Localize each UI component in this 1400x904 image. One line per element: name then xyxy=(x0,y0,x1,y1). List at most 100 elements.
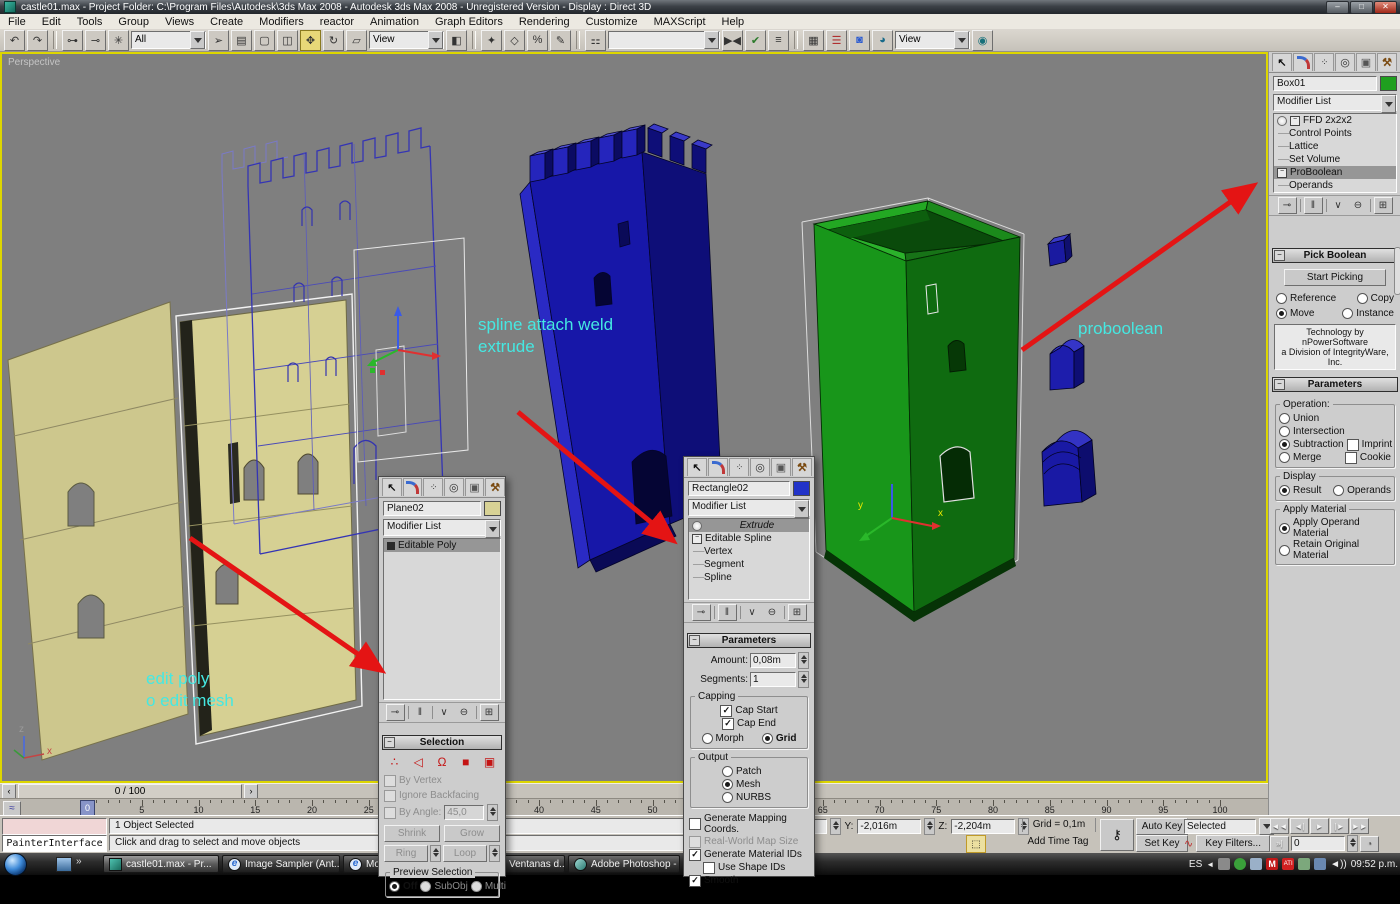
remove-modifier-icon[interactable]: ⊖ xyxy=(764,605,781,620)
named-selection-dropdown[interactable] xyxy=(608,31,720,49)
select-by-name-icon[interactable]: ▤ xyxy=(231,29,252,51)
union-radio[interactable]: Union xyxy=(1279,412,1391,425)
dropdown-arrow-icon[interactable] xyxy=(1381,95,1396,113)
green-tower[interactable] xyxy=(801,197,1025,622)
mirror-icon[interactable]: ▶◀ xyxy=(722,29,743,51)
x-spinner[interactable] xyxy=(830,818,842,835)
bulb-icon[interactable] xyxy=(692,520,702,531)
pin-stack-icon[interactable]: ⊸ xyxy=(385,704,405,721)
nurbs-radio[interactable]: NURBS xyxy=(694,791,804,804)
subtraction-radio[interactable]: Subtraction xyxy=(1279,438,1344,451)
start-picking-button[interactable]: Start Picking xyxy=(1284,269,1386,286)
patch-radio[interactable]: Patch xyxy=(694,765,804,778)
rect-region-icon[interactable]: ▢ xyxy=(254,29,275,51)
shrink-button[interactable]: Shrink xyxy=(384,825,440,842)
stack-item-selected[interactable]: Editable Poly xyxy=(384,539,500,552)
mini-curve-editor-icon[interactable]: ≈ xyxy=(3,801,21,816)
menu-item[interactable]: Group xyxy=(110,16,157,28)
maxscript-mini-listener[interactable] xyxy=(2,818,107,835)
dropdown-arrow-icon[interactable] xyxy=(954,31,969,49)
hierarchy-tab-icon[interactable]: ⁘ xyxy=(423,478,444,496)
make-unique-icon[interactable]: ∨ xyxy=(1330,198,1347,213)
border-subobject-icon[interactable]: Ω xyxy=(433,754,450,769)
tray-mcafee-icon[interactable]: M xyxy=(1266,858,1279,870)
selection-set-dropdown[interactable]: Selected xyxy=(1184,819,1256,834)
create-tab-icon[interactable]: ↖ xyxy=(1272,53,1292,71)
align-icon[interactable]: ✔ xyxy=(745,29,766,51)
scale-tool-icon[interactable]: ▱ xyxy=(346,29,367,51)
prev-key-icon[interactable]: ◄| xyxy=(1290,818,1309,834)
time-slider-handle[interactable]: 0 / 100 xyxy=(18,783,242,799)
unlink-icon[interactable]: ⊸ xyxy=(85,29,106,51)
smooth-checkbox[interactable]: Smooth xyxy=(689,874,809,887)
quick-launch-icon[interactable] xyxy=(56,857,72,872)
utilities-tab-icon[interactable]: ⚒ xyxy=(792,458,812,476)
vertex-subobject-icon[interactable]: ∴ xyxy=(386,754,403,769)
operand-blocks[interactable] xyxy=(1041,233,1097,507)
grid-radio[interactable]: Grid xyxy=(761,732,796,745)
y-coordinate-field[interactable]: -2,016m xyxy=(857,819,922,834)
preview-multi-radio[interactable]: Multi xyxy=(470,880,506,893)
motion-tab-icon[interactable]: ◎ xyxy=(444,478,464,496)
modifier-list-dropdown[interactable]: Modifier List xyxy=(1273,94,1397,113)
reference-radio[interactable]: Reference xyxy=(1276,292,1336,305)
generate-material-ids-checkbox[interactable]: Generate Material IDs xyxy=(689,848,809,861)
dropdown-arrow-icon[interactable] xyxy=(428,31,443,49)
preview-subobj-radio[interactable]: SubObj xyxy=(420,880,468,893)
curves-icon[interactable]: ∿ xyxy=(1184,837,1193,850)
show-end-result-icon[interactable]: ‖ xyxy=(1303,197,1323,214)
collapse-icon[interactable]: − xyxy=(689,635,700,646)
rollout-header[interactable]: − Parameters xyxy=(687,633,811,648)
create-tab-icon[interactable]: ↖ xyxy=(382,478,402,496)
stack-item[interactable]: Set Volume xyxy=(1274,153,1396,166)
utilities-tab-icon[interactable]: ⚒ xyxy=(485,478,506,496)
rollout-header[interactable]: − Parameters xyxy=(1272,377,1398,392)
stack-item[interactable]: Vertex xyxy=(689,545,809,558)
tray-collapse-icon[interactable]: ◄ xyxy=(1206,860,1214,869)
edge-subobject-icon[interactable]: ◁ xyxy=(410,754,427,769)
rotate-tool-icon[interactable]: ↻ xyxy=(323,29,344,51)
menu-item[interactable]: Create xyxy=(202,16,251,28)
spinner-snap-icon[interactable]: ✎ xyxy=(550,29,571,51)
close-button[interactable]: ✕ xyxy=(1374,0,1397,14)
bulb-icon[interactable] xyxy=(1277,115,1287,126)
configure-stack-icon[interactable]: ⊞ xyxy=(1373,197,1393,214)
ignore-backfacing-checkbox[interactable]: Ignore Backfacing xyxy=(384,789,500,802)
hierarchy-tab-icon[interactable]: ⁘ xyxy=(729,458,749,476)
object-name-field[interactable]: Box01 xyxy=(1273,76,1377,91)
tray-app-icon[interactable] xyxy=(1218,858,1231,870)
key-mode-toggle-icon[interactable]: »| xyxy=(1270,835,1289,852)
plane-wall-right[interactable] xyxy=(175,293,363,745)
angle-snap-icon[interactable]: ◇ xyxy=(504,29,525,51)
current-frame-field[interactable]: 0 xyxy=(1291,836,1345,851)
bind-spacewarp-icon[interactable]: ✳ xyxy=(108,29,129,51)
merge-radio[interactable]: Merge xyxy=(1279,451,1321,464)
object-name-field[interactable]: Rectangle02 xyxy=(688,481,790,496)
taskbar-item-max[interactable]: castle01.max - Pr... xyxy=(103,855,219,873)
stack-item[interactable]: Segment xyxy=(689,558,809,571)
remove-modifier-icon[interactable]: ⊖ xyxy=(456,705,473,720)
polygon-subobject-icon[interactable]: ■ xyxy=(457,754,474,769)
select-link-icon[interactable]: ⊶ xyxy=(62,29,83,51)
object-color-swatch[interactable] xyxy=(484,501,501,516)
selection-lock-toggle[interactable]: ⬚ xyxy=(966,835,986,853)
percent-snap-icon[interactable]: % xyxy=(527,29,548,51)
display-tab-icon[interactable]: ▣ xyxy=(464,478,485,496)
menu-item[interactable]: Modifiers xyxy=(251,16,312,28)
menu-item[interactable]: Animation xyxy=(362,16,427,28)
undo-icon[interactable]: ↶ xyxy=(4,29,25,51)
show-end-result-icon[interactable]: ‖ xyxy=(412,705,429,720)
object-name-field[interactable]: Plane02 xyxy=(383,501,481,516)
generate-mapping-checkbox[interactable]: Generate Mapping Coords. xyxy=(689,813,809,835)
tray-user-icon[interactable] xyxy=(1234,858,1247,870)
z-coordinate-field[interactable]: -2,204m xyxy=(951,819,1016,834)
set-key-button[interactable]: Set Key xyxy=(1136,835,1188,852)
stack-item[interactable]: Lattice xyxy=(1274,140,1396,153)
copy-radio[interactable]: Copy xyxy=(1356,292,1394,305)
stack-item[interactable]: FFD 2x2x2 xyxy=(1274,114,1396,127)
show-end-result-icon[interactable]: ‖ xyxy=(717,604,737,621)
utilities-tab-icon[interactable]: ⚒ xyxy=(1377,53,1397,71)
ring-button[interactable]: Ring xyxy=(384,845,428,862)
pin-stack-icon[interactable]: ⊸ xyxy=(691,604,711,621)
edit-named-selection-icon[interactable]: ⚏ xyxy=(585,29,606,51)
